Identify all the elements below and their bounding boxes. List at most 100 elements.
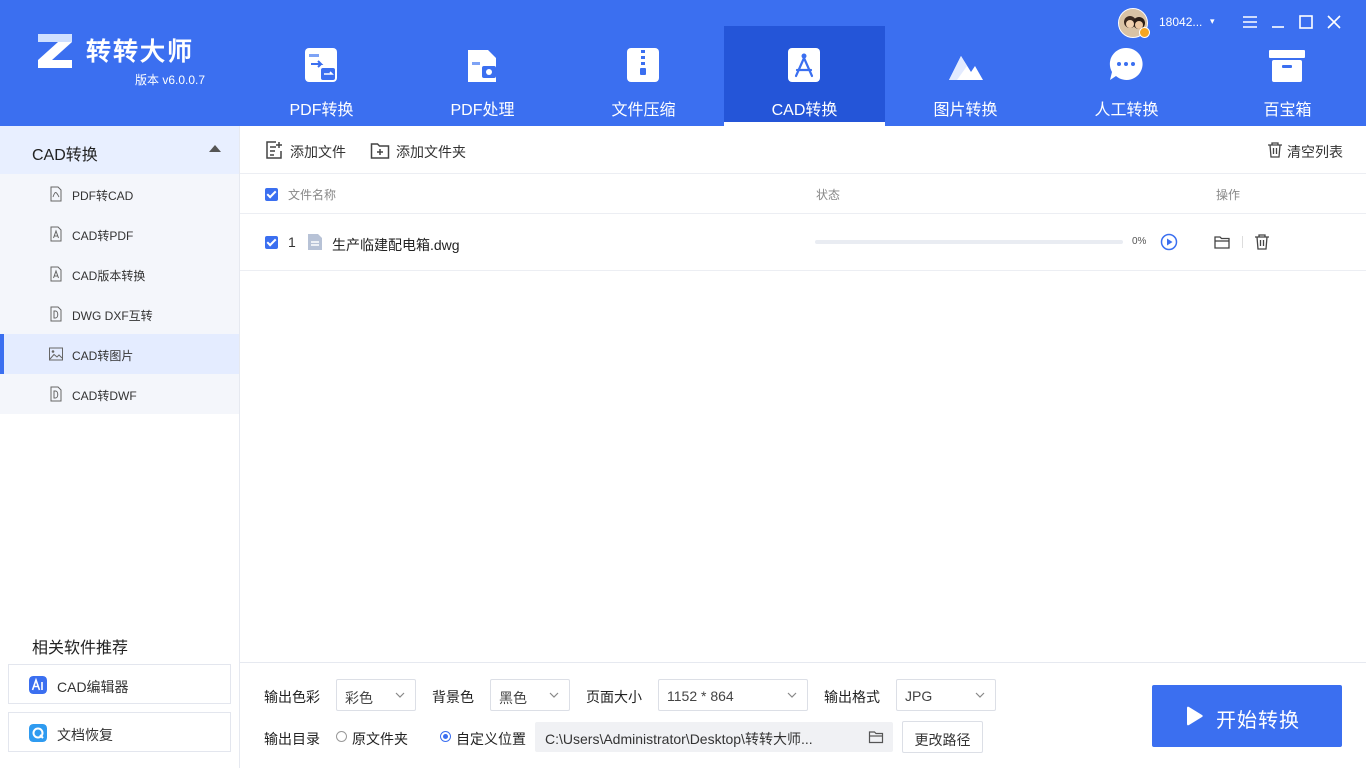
chevron-down-icon [549, 692, 559, 698]
sidebar-section-header[interactable]: CAD转换 [0, 126, 239, 174]
app-version: 版本 v6.0.0.7 [135, 73, 206, 87]
tab-label: 百宝箱 [1263, 102, 1312, 119]
folder-icon[interactable] [868, 729, 884, 745]
tab-label: PDF处理 [450, 102, 515, 119]
add-file-icon [266, 141, 282, 159]
cad-convert-icon [788, 48, 820, 82]
sidebar-item-label: CAD转PDF [72, 229, 134, 243]
tab-toolbox[interactable]: 百宝箱 [1207, 26, 1366, 126]
image-file-icon [49, 347, 63, 361]
sidebar-item-cad-to-pdf[interactable]: CAD转PDF [0, 214, 239, 254]
recommend-label: CAD编辑器 [57, 679, 129, 695]
start-play-icon[interactable] [1160, 233, 1178, 251]
sidebar-list: PDF转CAD CAD转PDF CAD版本转换 DWG DXF互转 CAD转图片… [0, 174, 239, 414]
add-file-label: 添加文件 [290, 144, 346, 160]
tab-image-convert[interactable]: 图片转换 [885, 26, 1046, 126]
delete-icon[interactable] [1253, 233, 1271, 251]
open-folder-icon[interactable] [1213, 233, 1231, 251]
sidebar-item-cad-version[interactable]: CAD版本转换 [0, 254, 239, 294]
tab-label: 图片转换 [933, 102, 998, 119]
sidebar-item-label: CAD转图片 [72, 349, 134, 363]
add-folder-label: 添加文件夹 [396, 144, 466, 160]
pdf-convert-icon [305, 48, 337, 82]
sidebar-item-cad-to-dwf[interactable]: CAD转DWF [0, 374, 239, 414]
brand-name: 转转大师 [86, 38, 195, 66]
column-header-action: 操作 [1216, 188, 1241, 202]
start-convert-label: 开始转换 [1216, 710, 1300, 732]
user-account[interactable]: 18042... ▾ [1118, 8, 1223, 38]
doc-recover-icon [29, 724, 47, 742]
collapse-caret-icon[interactable] [209, 145, 221, 152]
sidebar-section-title: CAD转换 [32, 147, 98, 164]
sidebar-item-pdf-to-cad[interactable]: PDF转CAD [0, 174, 239, 214]
radio-custom-label[interactable]: 自定义位置 [456, 729, 526, 749]
manual-convert-icon [1109, 47, 1143, 80]
sidebar: CAD转换 PDF转CAD CAD转PDF CAD版本转换 DWG DXF互转 … [0, 126, 240, 768]
radio-original-label[interactable]: 原文件夹 [352, 729, 408, 749]
file-toolbar: 添加文件 添加文件夹 清空列表 [240, 126, 1366, 174]
recommend-cad-editor[interactable]: CAD编辑器 [8, 664, 231, 704]
minimize-icon[interactable] [1268, 12, 1288, 32]
image-convert-icon [949, 56, 983, 80]
toolbox-icon [1269, 50, 1305, 82]
select-value: JPG [905, 688, 933, 704]
tab-cad-convert[interactable]: CAD转换 [724, 26, 885, 126]
sidebar-item-label: CAD版本转换 [72, 269, 146, 283]
dwg-file-icon [308, 234, 322, 250]
output-path-text: C:\Users\Administrator\Desktop\转转大师... [545, 731, 813, 747]
output-format-select[interactable]: JPG [896, 679, 996, 711]
recommend-doc-recover[interactable]: 文档恢复 [8, 712, 231, 752]
progress-bar [815, 240, 1123, 244]
page-size-select[interactable]: 1152 * 864 [658, 679, 808, 711]
tab-pdf-process[interactable]: PDF处理 [402, 26, 563, 126]
app-header: 转转大师 版本 v6.0.0.7 PDF转换 PDF处理 文件压缩 CAD转换 … [0, 0, 1366, 126]
sidebar-item-cad-to-image[interactable]: CAD转图片 [0, 334, 239, 374]
sidebar-item-label: PDF转CAD [72, 189, 134, 203]
radio-custom-location[interactable] [440, 731, 451, 742]
recommend-label: 文档恢复 [57, 727, 113, 743]
bg-color-select[interactable]: 黑色 [490, 679, 570, 711]
tab-file-compress[interactable]: 文件压缩 [563, 26, 724, 126]
progress-percent: 0% [1132, 236, 1147, 247]
output-color-select[interactable]: 彩色 [336, 679, 416, 711]
file-name: 生产临建配电箱.dwg [332, 237, 460, 253]
sidebar-item-label: CAD转DWF [72, 389, 137, 403]
select-value: 黑色 [499, 690, 527, 706]
trash-icon [1268, 142, 1282, 158]
user-name[interactable]: 18042... [1159, 15, 1202, 29]
start-convert-button[interactable]: 开始转换 [1152, 685, 1342, 747]
user-menu-caret-icon[interactable]: ▾ [1210, 16, 1215, 27]
sidebar-item-label: DWG DXF互转 [72, 309, 153, 323]
output-path-field[interactable]: C:\Users\Administrator\Desktop\转转大师... [535, 722, 893, 752]
add-file-button[interactable]: 添加文件 [264, 139, 354, 161]
output-format-label: 输出格式 [824, 689, 880, 705]
clear-list-button[interactable]: 清空列表 [1267, 139, 1347, 161]
select-all-checkbox[interactable] [265, 188, 278, 201]
tab-label: 文件压缩 [611, 102, 676, 119]
change-path-button[interactable]: 更改路径 [902, 721, 983, 753]
tab-pdf-convert[interactable]: PDF转换 [241, 26, 402, 126]
tab-label: PDF转换 [289, 102, 354, 119]
add-folder-button[interactable]: 添加文件夹 [370, 139, 475, 161]
bg-color-label: 背景色 [432, 689, 474, 705]
file-table-header: 文件名称 状态 操作 [240, 174, 1366, 214]
brand-logo-icon [38, 34, 72, 68]
chevron-down-icon [787, 692, 797, 698]
tab-manual-convert[interactable]: 人工转换 [1046, 26, 1207, 126]
menu-icon[interactable] [1240, 12, 1260, 32]
maximize-icon[interactable] [1296, 12, 1316, 32]
page-size-label: 页面大小 [586, 689, 642, 705]
play-icon [1187, 706, 1203, 726]
radio-original-folder[interactable] [336, 731, 347, 742]
main-nav: PDF转换 PDF处理 文件压缩 CAD转换 图片转换 人工转换 百宝箱 [241, 26, 1366, 126]
change-path-label: 更改路径 [914, 732, 971, 748]
d-file-icon [50, 386, 62, 402]
column-header-status: 状态 [816, 188, 841, 202]
sidebar-item-dwg-dxf[interactable]: DWG DXF互转 [0, 294, 239, 334]
close-icon[interactable] [1324, 12, 1344, 32]
a-file-icon [50, 266, 62, 282]
output-dir-label: 输出目录 [264, 731, 320, 747]
select-value: 彩色 [345, 690, 373, 706]
output-color-label: 输出色彩 [264, 689, 320, 705]
row-checkbox[interactable] [265, 236, 278, 249]
